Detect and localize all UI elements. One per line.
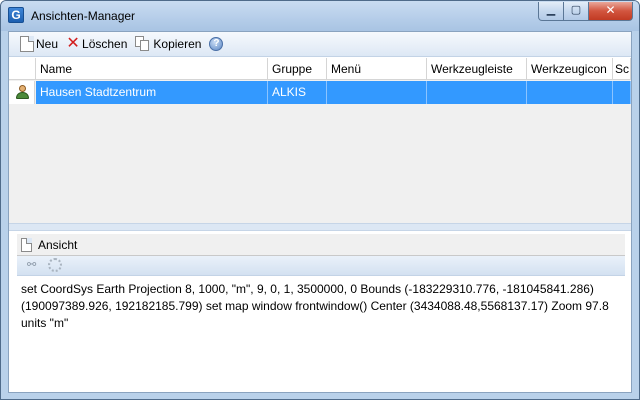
row-selection[interactable]: Hausen Stadtzentrum ALKIS: [36, 81, 631, 104]
app-logo-icon: G: [8, 7, 24, 23]
help-icon: ?: [209, 37, 224, 51]
minimize-button[interactable]: ▁: [538, 2, 564, 21]
panel-splitter[interactable]: [9, 223, 631, 231]
header-werkzeugicon[interactable]: Werkzeugicon: [527, 58, 613, 80]
cell-gruppe[interactable]: ALKIS: [268, 81, 327, 104]
copy-button-label: Kopieren: [153, 37, 202, 51]
row-icon-cell: [9, 81, 35, 104]
detail-tabstrip: Ansicht: [17, 234, 625, 256]
maximize-button[interactable]: ▢: [564, 2, 589, 21]
gear-icon[interactable]: [48, 258, 62, 272]
header-gruppe[interactable]: Gruppe: [268, 58, 327, 80]
cell-sc[interactable]: [613, 81, 631, 104]
detail-toolbar: ⚯: [17, 256, 625, 276]
cell-werkzeugicon[interactable]: [527, 81, 613, 104]
tab-ansicht[interactable]: Ansicht: [17, 234, 85, 256]
user-icon: [14, 84, 30, 100]
header-werkzeugleiste[interactable]: Werkzeugleiste: [427, 58, 527, 80]
document-icon: [21, 238, 32, 252]
copy-icon: [135, 36, 151, 52]
cell-name[interactable]: Hausen Stadtzentrum: [36, 81, 268, 104]
header-icon-column: [9, 58, 36, 80]
tab-ansicht-label: Ansicht: [38, 238, 78, 252]
new-document-icon: [20, 36, 34, 52]
caption-buttons: ▁ ▢ ✕: [538, 2, 633, 21]
table-row[interactable]: Hausen Stadtzentrum ALKIS: [9, 81, 631, 104]
view-definition-editor[interactable]: set CoordSys Earth Projection 8, 1000, "…: [17, 277, 625, 389]
window-title: Ansichten-Manager: [31, 9, 136, 23]
views-grid[interactable]: Name Gruppe Menü Werkzeugleiste Werkzeug…: [9, 58, 631, 223]
header-name[interactable]: Name: [36, 58, 268, 80]
copy-button[interactable]: Kopieren: [132, 33, 204, 55]
editor-text[interactable]: set CoordSys Earth Projection 8, 1000, "…: [21, 281, 621, 332]
title-bar[interactable]: G Ansichten-Manager ▁ ▢ ✕: [1, 1, 639, 31]
grid-header: Name Gruppe Menü Werkzeugleiste Werkzeug…: [9, 58, 631, 80]
delete-button[interactable]: ✕ Löschen: [63, 33, 130, 55]
cell-werkzeugleiste[interactable]: [427, 81, 527, 104]
main-toolbar: Neu ✕ Löschen Kopieren ?: [9, 32, 631, 57]
cell-menu[interactable]: [327, 81, 427, 104]
delete-x-icon: ✕: [66, 35, 80, 52]
close-button[interactable]: ✕: [589, 2, 633, 21]
header-menu[interactable]: Menü: [327, 58, 427, 80]
new-button-label: Neu: [36, 37, 59, 51]
help-button[interactable]: ?: [206, 33, 228, 55]
delete-button-label: Löschen: [82, 37, 128, 51]
client-area: Neu ✕ Löschen Kopieren ? Name Gruppe Men…: [8, 31, 632, 393]
ansichten-manager-window: G Ansichten-Manager ▁ ▢ ✕ Neu ✕ Löschen …: [0, 0, 640, 400]
link-icon[interactable]: ⚯: [27, 260, 41, 271]
new-button[interactable]: Neu: [17, 33, 61, 55]
header-sc[interactable]: Sc: [613, 58, 631, 80]
